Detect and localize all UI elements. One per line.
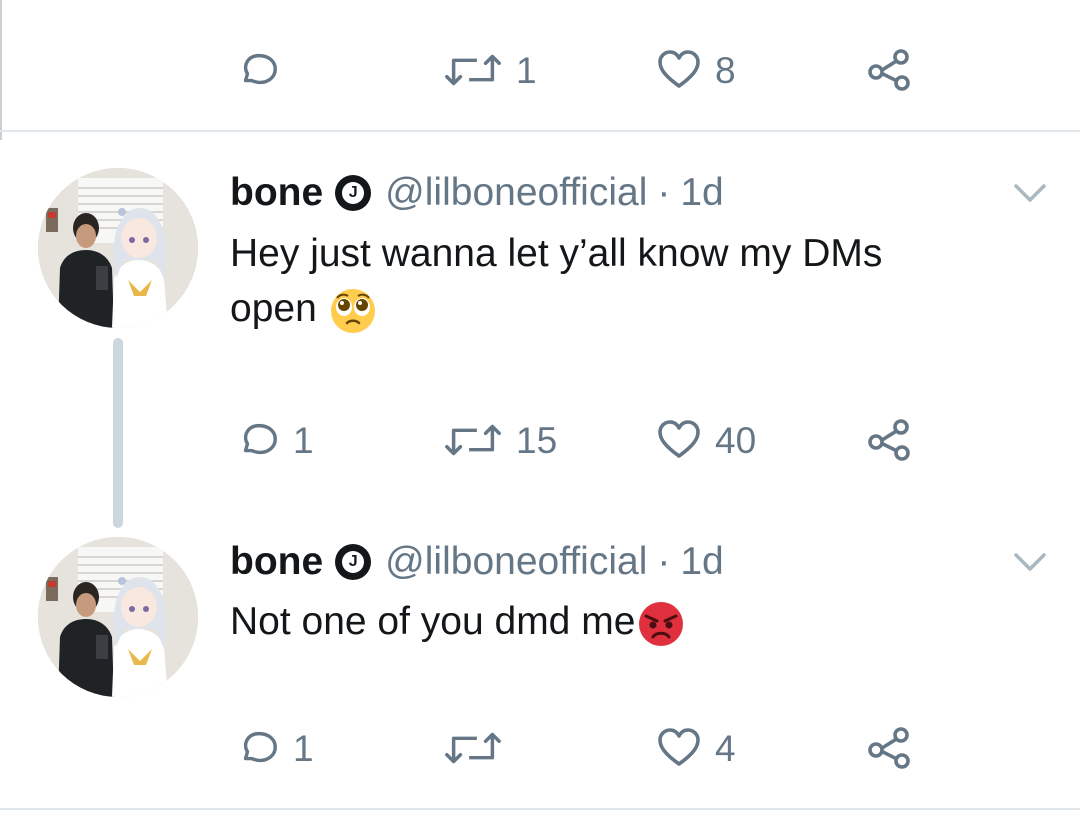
timestamp[interactable]: 1d: [680, 540, 723, 584]
retweet-button[interactable]: 15: [442, 410, 557, 470]
share-button[interactable]: [865, 40, 913, 100]
retweet-icon: [442, 728, 504, 768]
chevron-down-icon[interactable]: [1010, 178, 1050, 208]
verified-badge-icon: J: [335, 175, 372, 211]
like-count: 8: [715, 49, 736, 91]
retweet-icon: [442, 50, 504, 90]
like-count: 40: [715, 419, 757, 461]
chevron-down-icon[interactable]: [1010, 547, 1050, 577]
separator: ·: [657, 171, 671, 214]
reply-count: 1: [293, 727, 314, 769]
reply-icon: [235, 47, 281, 93]
like-button[interactable]: 8: [655, 40, 736, 100]
avatar[interactable]: [38, 168, 198, 328]
tweet-text-line: open: [230, 281, 1030, 336]
share-button[interactable]: [865, 410, 913, 470]
author-name[interactable]: bone: [230, 540, 323, 584]
author-name[interactable]: bone: [230, 171, 323, 215]
verified-badge-icon: J: [335, 544, 372, 580]
tweet-text: Not one of you dmd me: [230, 594, 1030, 649]
reply-count: 1: [293, 419, 314, 461]
reply-button[interactable]: 1: [235, 718, 314, 778]
heart-icon: [655, 46, 703, 94]
reply-button[interactable]: [235, 40, 293, 100]
separator: ·: [657, 540, 671, 583]
retweet-count: 15: [516, 419, 558, 461]
reply-button[interactable]: 1: [235, 410, 314, 470]
retweet-icon: [442, 420, 504, 460]
tweet-header: bone J @lilboneofficial · 1d: [230, 168, 724, 218]
like-button[interactable]: 40: [655, 410, 756, 470]
tweet-actions: 1 15 40: [0, 410, 1080, 470]
share-icon: [865, 416, 913, 464]
heart-icon: [655, 724, 703, 772]
share-button[interactable]: [865, 718, 913, 778]
avatar-image: [38, 537, 198, 697]
tweet-header: bone J @lilboneofficial · 1d: [230, 537, 724, 587]
like-count: 4: [715, 727, 736, 769]
timestamp[interactable]: 1d: [680, 171, 723, 215]
tweet-text: Hey just wanna let y’all know my DMs ope…: [230, 226, 1030, 336]
divider: [0, 130, 1080, 132]
heart-icon: [655, 416, 703, 464]
reply-icon: [235, 417, 281, 463]
like-button[interactable]: 4: [655, 718, 736, 778]
retweet-button[interactable]: [442, 718, 516, 778]
tweet-text-line: Not one of you dmd me: [230, 594, 1030, 649]
tweet-actions: 1 4: [0, 718, 1080, 778]
share-icon: [865, 46, 913, 94]
share-icon: [865, 724, 913, 772]
divider: [0, 808, 1080, 810]
angry-face-emoji: [639, 601, 684, 646]
retweet-button[interactable]: 1: [442, 40, 537, 100]
prev-tweet-actions: 1 8: [0, 40, 1080, 100]
tweet-text-line: Hey just wanna let y’all know my DMs: [230, 232, 883, 275]
author-handle[interactable]: @lilboneofficial: [385, 171, 647, 215]
author-handle[interactable]: @lilboneofficial: [385, 540, 647, 584]
avatar-image: [38, 168, 198, 328]
avatar[interactable]: [38, 537, 198, 697]
pleading-face-emoji: [330, 288, 375, 333]
retweet-count: 1: [516, 49, 537, 91]
reply-icon: [235, 725, 281, 771]
